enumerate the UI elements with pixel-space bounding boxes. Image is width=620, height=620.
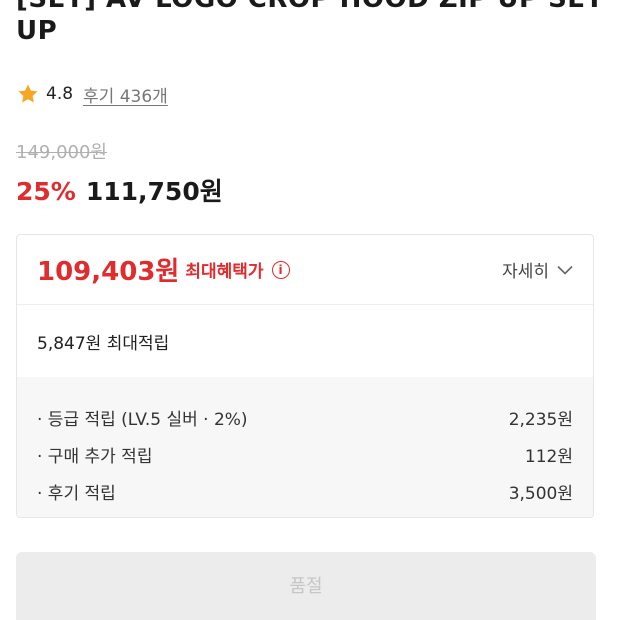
breakdown-label: · 후기 적립 [37, 484, 116, 504]
original-price: 149,000원 [16, 142, 107, 163]
star-icon [18, 84, 38, 103]
product-title-line-1: [SET] AV LOGO CROP HOOD ZIP UP SET [16, 0, 604, 14]
points-total: 5,847원 최대적립 [37, 333, 170, 354]
detail-toggle-label: 자세히 [502, 262, 549, 282]
breakdown-value: 112원 [524, 447, 573, 467]
breakdown-row: · 구매 추가 적립 112원 [37, 436, 573, 473]
breakdown-label: · 구매 추가 적립 [37, 447, 153, 467]
discount-rate: 25% [16, 177, 76, 206]
breakdown-row: · 등급 적립 (LV.5 실버 · 2%) 2,235원 [37, 399, 573, 436]
product-title-line-2: UP [16, 16, 58, 46]
points-breakdown: · 등급 적립 (LV.5 실버 · 2%) 2,235원 · 구매 추가 적립… [17, 377, 593, 517]
benefit-card-header: 109,403원 최대혜택가 i 자세히 [17, 235, 593, 305]
max-benefit-label: 최대혜택가 [185, 262, 264, 282]
breakdown-value: 2,235원 [508, 410, 573, 430]
info-icon[interactable]: i [271, 260, 290, 279]
breakdown-label: · 등급 적립 (LV.5 실버 · 2%) [37, 410, 248, 430]
soldout-button[interactable]: 품절 [16, 552, 596, 620]
rating-row: 4.8 후기 436개 [16, 80, 168, 108]
max-benefit-price: 109,403원 [37, 257, 180, 287]
sale-price: 111,750원 [85, 177, 223, 206]
detail-toggle-button[interactable]: 자세히 [502, 257, 573, 282]
rating-score: 4.8 [46, 84, 74, 104]
breakdown-value: 3,500원 [508, 484, 573, 504]
price-row: 25% 111,750원 [16, 172, 223, 208]
breakdown-row: · 후기 적립 3,500원 [37, 473, 573, 510]
reviews-link[interactable]: 후기 436개 [83, 82, 168, 107]
chevron-down-icon [557, 265, 573, 275]
benefit-card: 109,403원 최대혜택가 i 자세히 5,847원 최대적립 · 등급 적립… [16, 234, 594, 518]
